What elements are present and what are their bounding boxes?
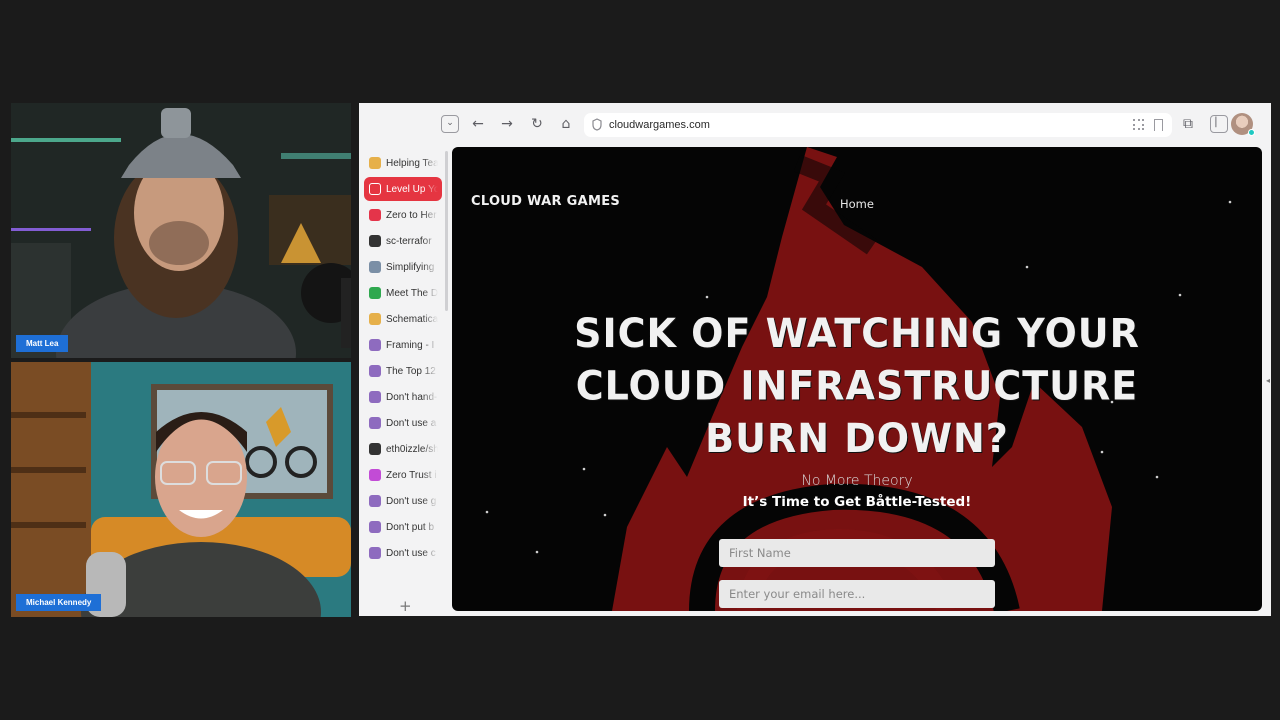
- sidebar-tab-label: Schematica: [386, 314, 438, 325]
- address-bar[interactable]: cloudwargames.com: [584, 113, 1172, 137]
- github-icon: [369, 443, 381, 455]
- sidebar-tab[interactable]: Don't hand-: [364, 385, 442, 409]
- browser-window: ⌄ ← → ↻ ⌂ cloudwargames.com ⧉ ▏ + Helpin…: [359, 103, 1271, 616]
- browser-toolbar: ⌄ ← → ↻ ⌂ cloudwargames.com ⧉ ▏: [359, 103, 1271, 147]
- site-logo[interactable]: CLOUD WAR GAMES: [471, 194, 620, 209]
- sidebar-tab-label: Helping Tea: [386, 158, 438, 169]
- collapse-handle-icon[interactable]: ◂: [1266, 376, 1270, 385]
- headline-line: CLOUD INFRASTRUCTURE: [575, 362, 1139, 410]
- sidebar-tab-label: Don't put b: [386, 522, 435, 533]
- sidebar-tab-label: Don't use c: [386, 548, 436, 559]
- headline-line: BURN DOWN?: [705, 415, 1009, 462]
- participant-name-tag: Matt Lea: [16, 335, 69, 352]
- site-info-shield-icon[interactable]: [592, 118, 602, 131]
- sidebar-toggle-icon[interactable]: ▏: [1210, 115, 1228, 133]
- webpage-viewport: CLOUD WAR GAMES Home SICK OF WATCHING YO…: [452, 147, 1262, 611]
- sidebar-tab-label: Level Up Yo: [386, 184, 438, 195]
- sidebar-tab[interactable]: Don't use g: [364, 489, 442, 513]
- sidebar-tab[interactable]: Zero Trust i: [364, 463, 442, 487]
- bookmark-icon[interactable]: [1154, 119, 1163, 131]
- sidebar-tab[interactable]: Don't put b: [364, 515, 442, 539]
- star-dot: [1228, 200, 1232, 204]
- profile-status-dot: [1248, 129, 1255, 136]
- sidebar-tab[interactable]: eth0izzle/sh: [364, 437, 442, 461]
- participant-video: [11, 362, 351, 617]
- sidebar-tab-label: Zero to Her: [386, 210, 437, 221]
- ring-icon: [369, 209, 381, 221]
- star-dot: [705, 295, 709, 299]
- vertical-tab-sidebar: + Helping Tea Level Up Yo Zero to Her sc-te…: [359, 147, 449, 616]
- sidebar-scrollbar[interactable]: [445, 151, 448, 311]
- forward-arrow-icon[interactable]: →: [498, 115, 516, 133]
- sidebar-tab[interactable]: Don't use a: [364, 411, 442, 435]
- sidebar-tab[interactable]: Zero to Her: [364, 203, 442, 227]
- sidebar-tab[interactable]: Simplifying: [364, 255, 442, 279]
- hero-tagline: It’s Time to Get Båttle-Tested!: [742, 494, 972, 510]
- orb-icon: [369, 469, 381, 481]
- extensions-puzzle-icon[interactable]: ⧉: [1179, 115, 1197, 133]
- tc-icon: [369, 287, 381, 299]
- sidebar-tab-label: Simplifying: [386, 262, 435, 273]
- home-icon[interactable]: ⌂: [557, 115, 575, 133]
- tab-list-chevron-icon[interactable]: ⌄: [441, 115, 459, 133]
- sidebar-tab[interactable]: Schematica: [364, 307, 442, 331]
- sidebar-tab[interactable]: Helping Tea: [364, 151, 442, 175]
- new-tab-button[interactable]: +: [399, 597, 412, 615]
- headline-line: SICK OF WATCHING YOUR: [574, 310, 1140, 357]
- podcast-icon: [369, 547, 381, 559]
- video-tile-michael-kennedy: Michael Kennedy: [11, 362, 351, 617]
- reload-icon[interactable]: ↻: [528, 115, 546, 133]
- bulb-icon: [369, 313, 381, 325]
- star-dot: [535, 550, 539, 554]
- back-arrow-icon[interactable]: ←: [469, 115, 487, 133]
- podcast-icon: [369, 391, 381, 403]
- sidebar-tab-label: eth0izzle/sh: [386, 444, 438, 455]
- participant-name-tag: Michael Kennedy: [16, 594, 102, 611]
- sidebar-tab[interactable]: sc-terrafor: [364, 229, 442, 253]
- url-text[interactable]: cloudwargames.com: [609, 119, 710, 131]
- github-icon: [369, 235, 381, 247]
- podcast-icon: [369, 339, 381, 351]
- sidebar-tab[interactable]: Level Up Yo: [364, 177, 442, 201]
- bulb-icon: [369, 157, 381, 169]
- star-dot: [485, 510, 489, 514]
- sidebar-tab[interactable]: Don't use c: [364, 541, 442, 565]
- podcast-icon: [369, 365, 381, 377]
- star-dot: [1025, 265, 1029, 269]
- hero-headline: SICK OF WATCHING YOUR CLOUD INFRASTRUCTU…: [542, 307, 1172, 465]
- email-input[interactable]: [719, 580, 995, 608]
- sidebar-tab-label: Don't use g: [386, 496, 437, 507]
- sidebar-tab-label: sc-terrafor: [386, 236, 432, 247]
- nav-home-link[interactable]: Home: [840, 197, 874, 211]
- sidebar-tab[interactable]: Meet The D: [364, 281, 442, 305]
- podcast-icon: [369, 495, 381, 507]
- participant-video: [11, 103, 351, 358]
- sidebar-tab-label: Meet The D: [386, 288, 438, 299]
- first-name-input[interactable]: [719, 539, 995, 567]
- sidebar-tab-label: Zero Trust i: [386, 470, 437, 481]
- sidebar-tab-label: Framing - I: [386, 340, 435, 351]
- wave-icon: [369, 261, 381, 273]
- sidebar-tab-label: The Top 12: [386, 366, 436, 377]
- triangle-logo-icon: [369, 183, 381, 195]
- sidebar-tab-label: Don't hand-: [386, 392, 438, 403]
- star-dot: [1178, 293, 1182, 297]
- sidebar-tab-label: Don't use a: [386, 418, 437, 429]
- sidebar-tab[interactable]: Framing - I: [364, 333, 442, 357]
- hero-subheading: No More Theory: [801, 473, 913, 489]
- podcast-icon: [369, 417, 381, 429]
- star-dot: [582, 467, 586, 471]
- qr-code-icon[interactable]: [1133, 119, 1144, 130]
- podcast-icon: [369, 521, 381, 533]
- video-tile-matt-lea: Matt Lea: [11, 103, 351, 358]
- star-dot: [603, 513, 607, 517]
- sidebar-tab[interactable]: The Top 12: [364, 359, 442, 383]
